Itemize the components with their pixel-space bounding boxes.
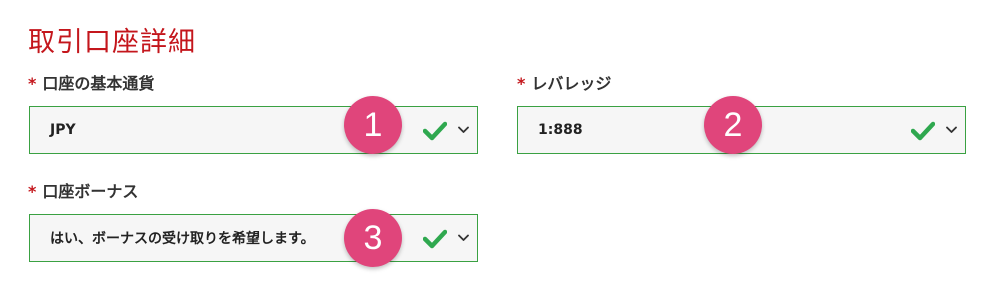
account-bonus-select[interactable]: はい、ボーナスの受け取りを希望します。: [29, 214, 478, 262]
section-title: 取引口座詳細: [28, 27, 196, 58]
field-label-leverage: * レバレッジ: [517, 70, 611, 94]
base-currency-select[interactable]: JPY: [29, 106, 478, 154]
select-value: 1:888: [538, 122, 583, 138]
step-badge-1: 1: [344, 96, 402, 154]
check-icon: [911, 121, 935, 141]
field-label-text: レバレッジ: [531, 74, 612, 93]
step-badge-2: 2: [704, 96, 762, 154]
required-asterisk: *: [517, 74, 526, 93]
chevron-down-icon[interactable]: [458, 126, 469, 134]
required-asterisk: *: [28, 182, 37, 201]
select-value: はい、ボーナスの受け取りを希望します。: [50, 231, 315, 247]
check-icon: [423, 229, 447, 249]
chevron-down-icon[interactable]: [458, 234, 469, 242]
step-badge-3: 3: [344, 209, 402, 267]
field-label-base-currency: * 口座の基本通貨: [28, 70, 154, 94]
field-label-text: 口座の基本通貨: [42, 74, 155, 93]
field-label-text: 口座ボーナス: [42, 182, 139, 201]
chevron-down-icon[interactable]: [946, 126, 957, 134]
field-label-account-bonus: * 口座ボーナス: [28, 178, 138, 202]
required-asterisk: *: [28, 74, 37, 93]
select-value: JPY: [50, 122, 76, 138]
check-icon: [423, 121, 447, 141]
